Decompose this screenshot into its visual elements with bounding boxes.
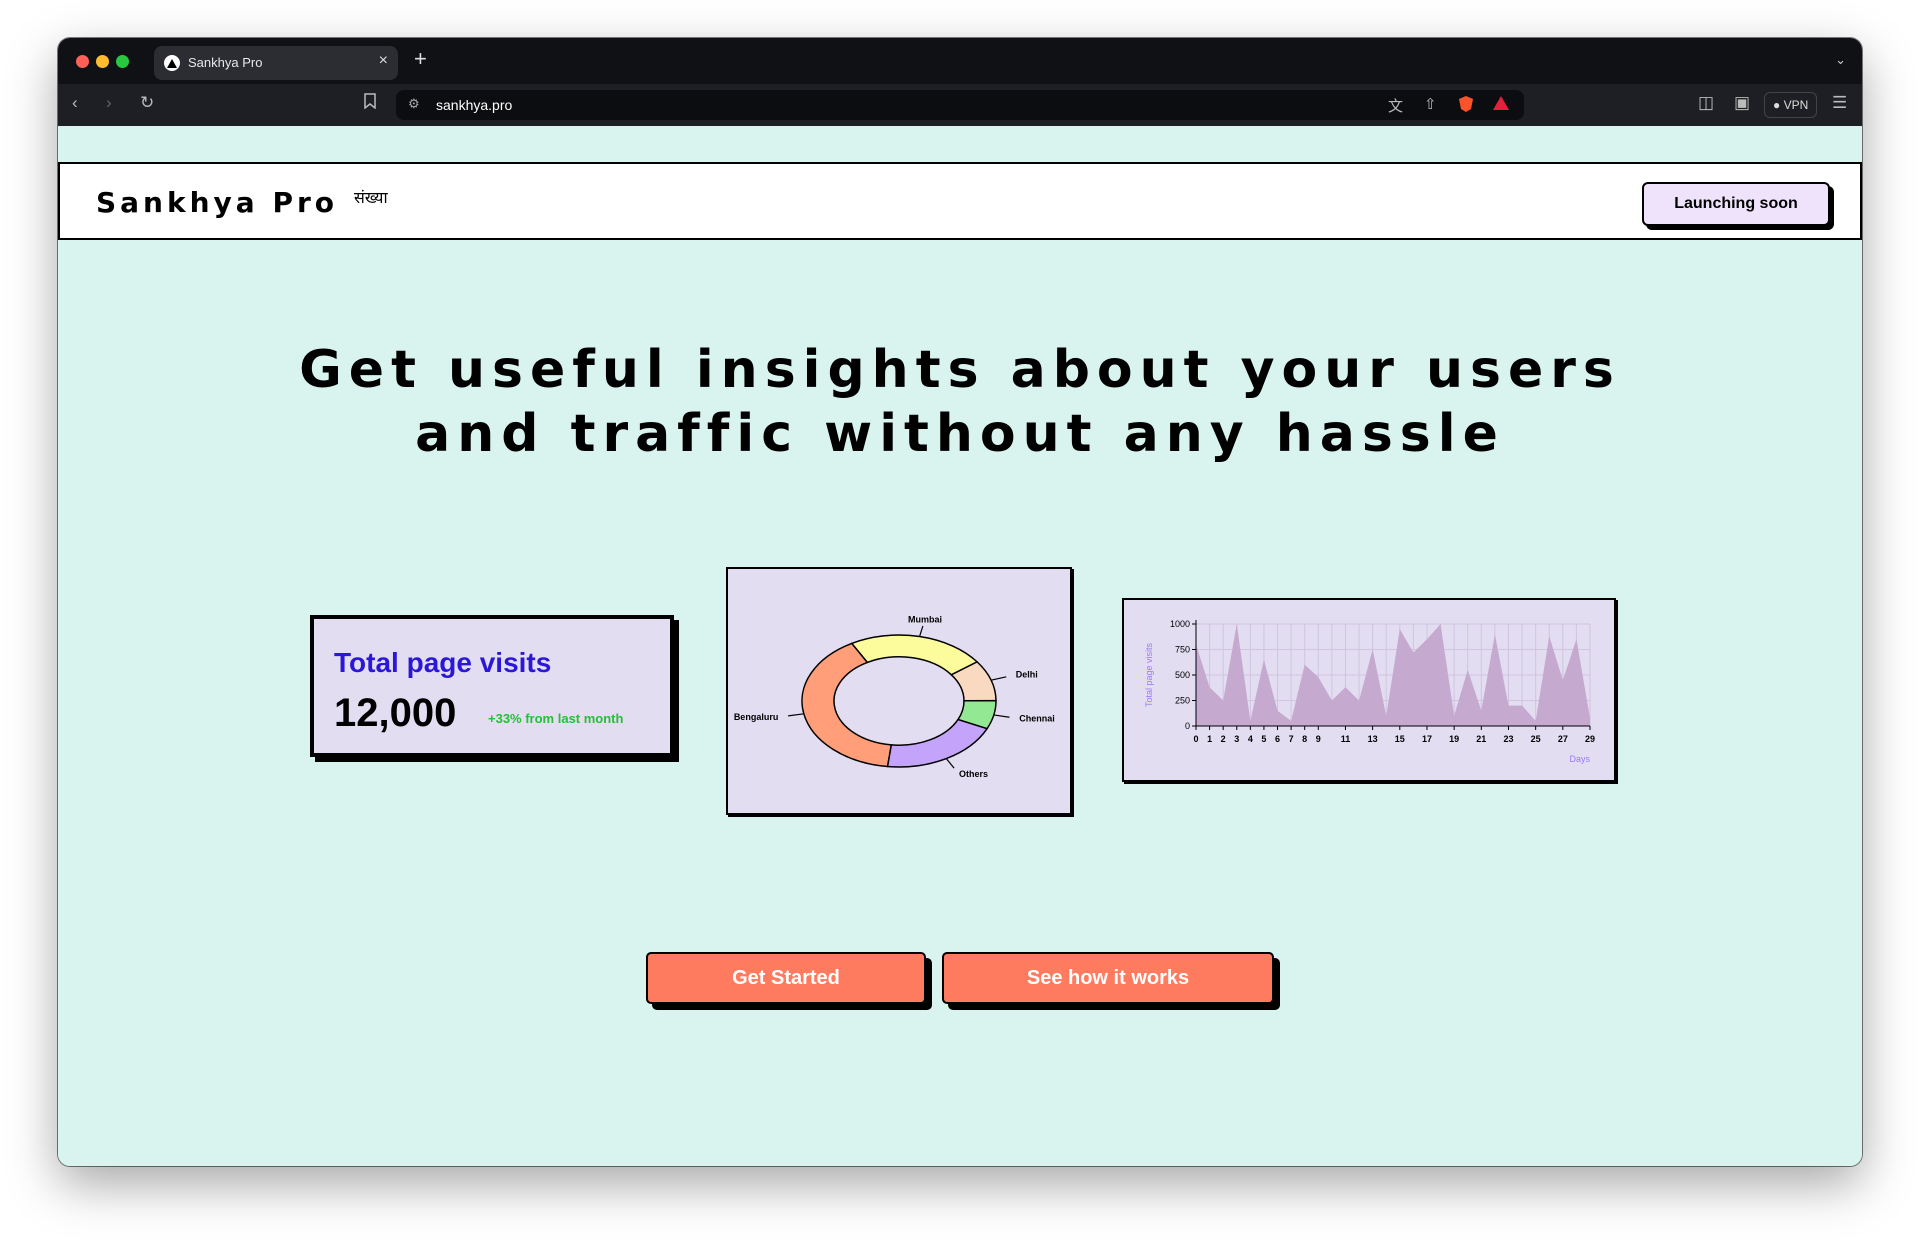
x-tick-label: 11 <box>1341 734 1351 744</box>
browser-tab[interactable]: Sankhya Pro × <box>154 46 398 80</box>
x-tick-label: 21 <box>1476 734 1486 744</box>
chevron-down-icon[interactable]: ⌄ <box>1835 52 1846 68</box>
site-settings-icon[interactable]: ⚙ <box>408 96 420 112</box>
y-tick-label: 750 <box>1175 645 1190 655</box>
page-content: Sankhya Pro संख्या Launching soon Get us… <box>58 126 1862 1166</box>
plus-icon[interactable]: + <box>414 46 427 72</box>
donut-slice <box>886 718 989 768</box>
menu-icon[interactable]: ☰ <box>1832 93 1847 113</box>
x-tick-label: 5 <box>1261 734 1266 744</box>
tab-title: Sankhya Pro <box>188 55 263 70</box>
hero-line-1: Get useful insights about your users <box>299 340 1621 400</box>
sidebar-icon[interactable]: ◫ <box>1698 93 1714 113</box>
zoom-window-button[interactable] <box>116 55 129 68</box>
x-axis-label: Days <box>1569 754 1590 764</box>
x-tick-label: 13 <box>1368 734 1378 744</box>
donut-label: Bengaluru <box>734 712 779 722</box>
share-icon[interactable]: ⇧ <box>1424 95 1437 113</box>
x-tick-label: 19 <box>1449 734 1459 744</box>
visits-title: Total page visits <box>334 647 552 678</box>
donut-label: Delhi <box>1016 670 1038 680</box>
donut-label: Chennai <box>1019 714 1055 724</box>
close-icon[interactable]: × <box>379 52 388 70</box>
visits-value: 12,000 <box>334 691 457 735</box>
x-tick-label: 8 <box>1302 734 1307 744</box>
minimize-window-button[interactable] <box>96 55 109 68</box>
hero-headline: Get useful insights about your users and… <box>58 338 1862 466</box>
visits-area-chart-card: 0 250 500 750 1000 0 1 2 3 4 5 6 7 8 9 11 13 15 17 19 21 23 25… <box>1122 598 1616 782</box>
donut-leader-line <box>990 676 1007 681</box>
x-tick-label: 17 <box>1422 734 1432 744</box>
browser-toolbar: ‹ › ↻ ⚙ sankhya.pro 文 ⇧ ◫ ▣ ● VPN ☰ <box>58 84 1862 127</box>
donut-label: Mumbai <box>908 614 942 624</box>
reload-icon[interactable]: ↻ <box>140 93 154 113</box>
translate-icon[interactable]: 文 <box>1388 95 1403 116</box>
brave-rewards-icon[interactable] <box>1492 95 1510 115</box>
back-icon[interactable]: ‹ <box>72 93 78 113</box>
city-donut-chart: Mumbai Delhi Chennai Others Bengaluru <box>734 614 1055 779</box>
x-tick-label: 1 <box>1207 734 1212 744</box>
y-axis-label: Total page visits <box>1144 642 1154 707</box>
see-how-it-works-button[interactable]: See how it works <box>942 952 1274 1004</box>
launching-soon-button[interactable]: Launching soon <box>1642 182 1830 226</box>
donut-leader-line <box>945 758 955 769</box>
donut-leader-line <box>918 625 924 637</box>
y-tick-label: 0 <box>1185 721 1190 731</box>
x-tick-label: 29 <box>1585 734 1595 744</box>
donut-slice <box>850 634 979 676</box>
x-tick-label: 23 <box>1503 734 1513 744</box>
site-navbar: Sankhya Pro संख्या Launching soon <box>58 162 1862 240</box>
x-tick-label: 9 <box>1316 734 1321 744</box>
x-tick-label: 25 <box>1531 734 1541 744</box>
wallet-icon[interactable]: ▣ <box>1734 93 1750 113</box>
brand-logo[interactable]: Sankhya Pro <box>96 186 338 219</box>
address-bar[interactable]: ⚙ sankhya.pro 文 ⇧ <box>396 90 1524 120</box>
donut-leader-line <box>993 714 1010 718</box>
y-tick-label: 1000 <box>1170 619 1190 629</box>
close-window-button[interactable] <box>76 55 89 68</box>
donut-label: Others <box>959 769 988 779</box>
donut-leader-line <box>788 713 804 717</box>
get-started-button[interactable]: Get Started <box>646 952 926 1004</box>
browser-window: Sankhya Pro × + ⌄ ‹ › ↻ ⚙ sankhya.pro 文 … <box>58 38 1862 1166</box>
x-tick-label: 0 <box>1193 734 1198 744</box>
brave-shield-icon[interactable] <box>1458 95 1474 117</box>
site-favicon-icon <box>164 55 180 71</box>
vpn-button[interactable]: ● VPN <box>1764 92 1818 118</box>
visits-area-chart: 025050075010000 1 2 3 4 5 6 7 8 9 11 13 15 17 19 21 23 25… <box>1144 619 1595 764</box>
x-tick-label: 3 <box>1234 734 1239 744</box>
bookmark-icon[interactable] <box>364 93 376 114</box>
vpn-label: VPN <box>1783 98 1809 112</box>
hero-line-2: and traffic without any hassle <box>415 404 1505 464</box>
x-tick-label: 7 <box>1289 734 1294 744</box>
x-tick-label: 15 <box>1395 734 1405 744</box>
page-visits-card: Total page visits 12,000 +33% from last … <box>310 615 674 757</box>
x-tick-label: 6 <box>1275 734 1280 744</box>
visits-change: +33% from last month <box>488 711 624 726</box>
forward-icon[interactable]: › <box>106 93 112 113</box>
y-tick-label: 500 <box>1175 670 1190 680</box>
url-text: sankhya.pro <box>436 97 513 113</box>
brand-subtitle: संख्या <box>354 190 388 207</box>
x-tick-label: 27 <box>1558 734 1568 744</box>
y-tick-label: 250 <box>1175 696 1190 706</box>
donut-slice <box>801 642 893 768</box>
x-tick-label: 4 <box>1248 734 1253 744</box>
city-donut-chart-card: Mumbai Delhi Chennai Others Bengaluru <box>726 567 1072 815</box>
title-bar: Sankhya Pro × + ⌄ <box>58 38 1862 84</box>
x-tick-label: 2 <box>1221 734 1226 744</box>
